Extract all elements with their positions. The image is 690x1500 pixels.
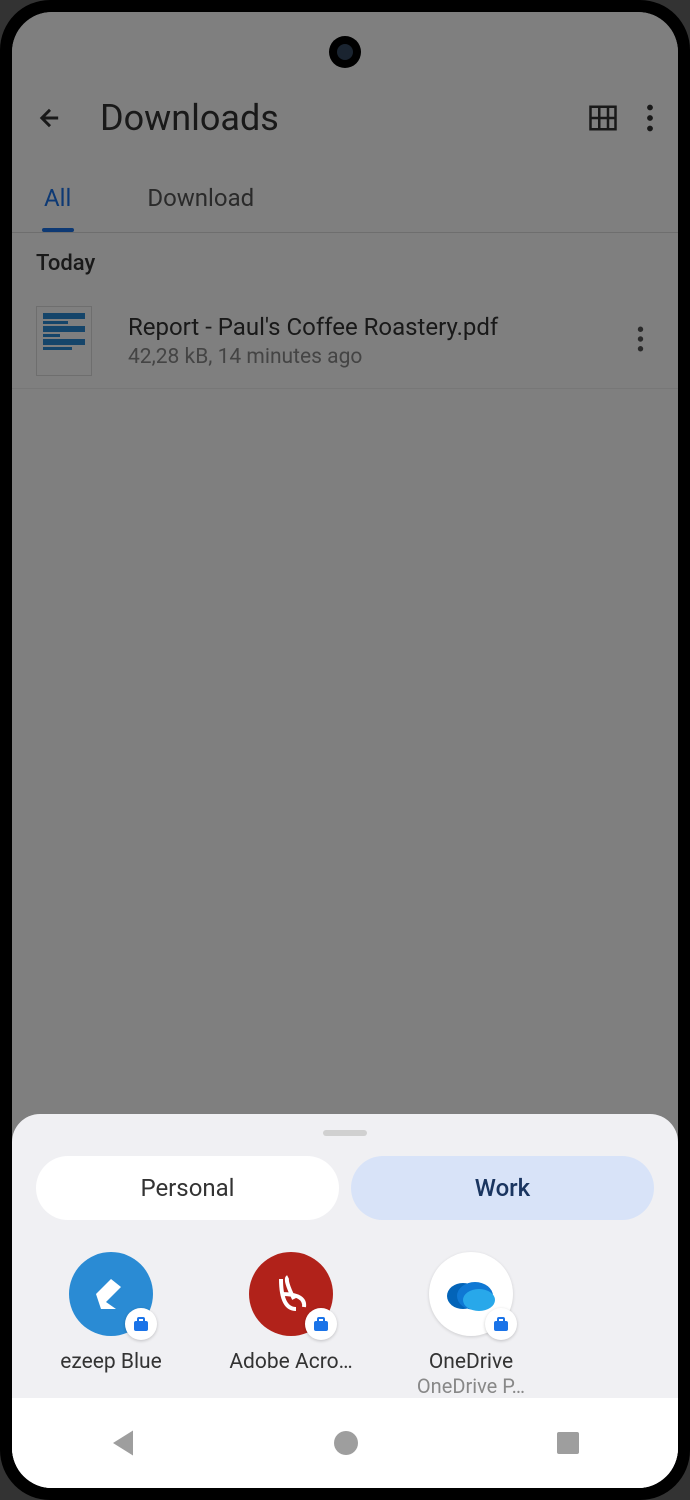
nav-home-icon[interactable]	[333, 1430, 359, 1456]
share-app-name: Adobe Acro…	[229, 1350, 352, 1374]
share-app-ezeep[interactable]: ezeep Blue	[36, 1252, 186, 1398]
nav-recent-icon[interactable]	[556, 1431, 580, 1455]
drag-handle[interactable]	[323, 1130, 367, 1136]
profile-tab-personal[interactable]: Personal	[36, 1156, 339, 1220]
phone-frame: 09:55 84 % Downloads All Download Today	[0, 0, 690, 1500]
phone-screen: 09:55 84 % Downloads All Download Today	[12, 12, 678, 1488]
nav-back-icon[interactable]	[110, 1428, 136, 1458]
profile-tab-work[interactable]: Work	[351, 1156, 654, 1220]
share-apps-grid: ezeep Blue Adobe Acro…	[12, 1252, 678, 1398]
profile-tabs: Personal Work	[12, 1156, 678, 1220]
share-app-name: OneDrive	[429, 1350, 513, 1374]
work-badge-icon	[305, 1308, 337, 1340]
work-badge-icon	[485, 1308, 517, 1340]
share-app-name: ezeep Blue	[60, 1350, 162, 1374]
share-app-subtitle: OneDrive P…	[417, 1374, 525, 1398]
share-app-acrobat[interactable]: Adobe Acro…	[216, 1252, 366, 1398]
share-app-onedrive[interactable]: OneDrive OneDrive P…	[396, 1252, 546, 1398]
work-badge-icon	[125, 1308, 157, 1340]
camera-notch	[329, 36, 361, 68]
navigation-bar	[12, 1398, 678, 1488]
